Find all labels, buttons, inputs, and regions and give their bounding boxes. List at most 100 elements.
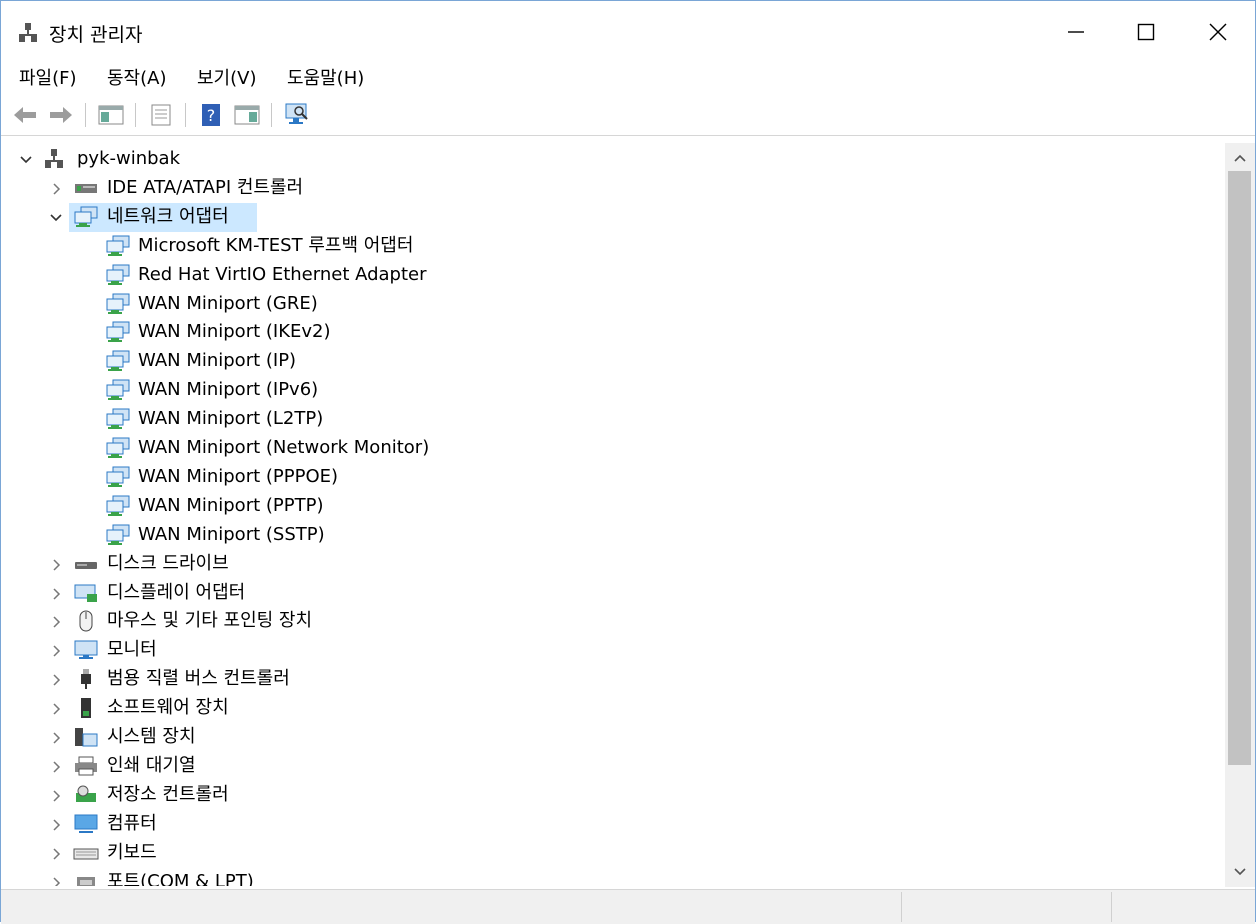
tree-item-label: IDE ATA/ATAPI 컨트롤러 xyxy=(107,176,304,198)
menu-file[interactable]: 파일(F) xyxy=(19,64,77,90)
scrollbar-thumb[interactable] xyxy=(1228,171,1251,765)
scroll-down-icon[interactable] xyxy=(1233,867,1247,877)
network-adapter-icon xyxy=(105,321,131,343)
tree-category[interactable]: 소프트웨어 장치 xyxy=(7,694,907,723)
toolbar-separator xyxy=(135,103,136,127)
tree-device[interactable]: WAN Miniport (IKEv2) xyxy=(7,318,907,347)
tree-item-label: Microsoft KM-TEST 루프백 어댑터 xyxy=(138,234,414,256)
chevron-right-icon[interactable] xyxy=(49,818,63,832)
chevron-right-icon[interactable] xyxy=(49,558,63,572)
software-device-icon xyxy=(73,697,99,719)
monitor-icon xyxy=(73,639,99,661)
tree-item-label: WAN Miniport (SSTP) xyxy=(138,523,325,545)
tree-category[interactable]: 마우스 및 기타 포인팅 장치 xyxy=(7,607,907,636)
chevron-right-icon[interactable] xyxy=(49,615,63,629)
chevron-right-icon[interactable] xyxy=(49,644,63,658)
tree-device[interactable]: WAN Miniport (Network Monitor) xyxy=(7,434,907,463)
properties-icon xyxy=(151,104,171,126)
maximize-button[interactable] xyxy=(1111,9,1181,55)
chevron-down-icon[interactable] xyxy=(19,153,33,167)
menu-bar: 파일(F) 동작(A) 보기(V) 도움말(H) xyxy=(1,59,1255,93)
chevron-right-icon[interactable] xyxy=(49,702,63,716)
tree-device[interactable]: WAN Miniport (GRE) xyxy=(7,290,907,319)
network-adapter-icon xyxy=(105,264,131,286)
tree-device[interactable]: WAN Miniport (PPTP) xyxy=(7,492,907,521)
tree-category[interactable]: 인쇄 대기열 xyxy=(7,752,907,781)
tree-device[interactable]: WAN Miniport (SSTP) xyxy=(7,521,907,550)
tree-device[interactable]: WAN Miniport (IPv6) xyxy=(7,376,907,405)
device-manager-window: 장치 관리자 파일(F) 동작(A) 보기(V) 도움말(H) ? pyk-wi… xyxy=(0,0,1256,924)
forward-button[interactable] xyxy=(47,101,75,129)
minimize-button[interactable] xyxy=(1041,9,1111,55)
device-manager-icon xyxy=(19,23,37,42)
properties-button[interactable] xyxy=(147,101,175,129)
back-arrow-icon xyxy=(14,107,36,123)
tree-item-label: WAN Miniport (GRE) xyxy=(138,292,318,314)
chevron-right-icon[interactable] xyxy=(49,182,63,196)
tree-category[interactable]: 네트워크 어댑터 xyxy=(7,202,907,232)
tree-category[interactable]: 시스템 장치 xyxy=(7,723,907,752)
tree-item-label: 인쇄 대기열 xyxy=(107,754,196,776)
scan-hardware-button[interactable] xyxy=(283,101,311,129)
chevron-right-icon[interactable] xyxy=(49,789,63,803)
menu-view[interactable]: 보기(V) xyxy=(197,64,256,90)
chevron-down-icon[interactable] xyxy=(49,211,63,225)
tree-item-label: 시스템 장치 xyxy=(107,726,196,747)
chevron-right-icon[interactable] xyxy=(49,673,63,687)
chevron-right-icon[interactable] xyxy=(49,587,63,601)
tree-root[interactable]: pyk-winbak xyxy=(7,145,407,174)
tree-category[interactable]: 키보드 xyxy=(7,839,907,868)
tree-device[interactable]: Microsoft KM-TEST 루프백 어댑터 xyxy=(7,232,907,261)
action-pane-icon xyxy=(234,105,260,125)
chevron-right-icon[interactable] xyxy=(49,731,63,745)
chevron-right-icon[interactable] xyxy=(49,760,63,774)
tree-category[interactable]: 컴퓨터 xyxy=(7,810,907,839)
show-hide-console-tree-button[interactable] xyxy=(97,101,125,129)
tree-category[interactable]: 모니터 xyxy=(7,636,907,665)
menu-action[interactable]: 동작(A) xyxy=(107,64,166,90)
network-adapter-icon xyxy=(73,206,99,228)
toolbar-separator xyxy=(85,103,86,127)
network-adapter-icon xyxy=(105,495,131,517)
tree-category[interactable]: 범용 직렬 버스 컨트롤러 xyxy=(7,665,907,694)
scroll-up-icon[interactable] xyxy=(1233,153,1247,163)
status-bar xyxy=(1,889,1255,924)
tree-category[interactable]: IDE ATA/ATAPI 컨트롤러 xyxy=(7,174,907,203)
tree-category[interactable]: 디스크 드라이브 xyxy=(7,550,907,579)
help-icon: ? xyxy=(202,104,220,126)
printer-icon xyxy=(73,755,99,777)
network-adapter-icon xyxy=(105,235,131,257)
scan-hardware-icon xyxy=(285,103,308,124)
toolbar: ? xyxy=(1,95,1255,136)
back-button[interactable] xyxy=(11,101,39,129)
tree-category[interactable]: 포트(COM & LPT) xyxy=(7,868,907,887)
network-adapter-icon xyxy=(105,437,131,459)
help-button[interactable]: ? xyxy=(197,101,225,129)
chevron-right-icon[interactable] xyxy=(49,847,63,861)
svg-text:?: ? xyxy=(207,106,216,125)
network-adapter-icon xyxy=(105,524,131,546)
menu-help[interactable]: 도움말(H) xyxy=(287,64,364,90)
vertical-scrollbar[interactable] xyxy=(1225,143,1255,887)
status-separator xyxy=(1111,892,1112,922)
tree-item-label: 저장소 컨트롤러 xyxy=(107,783,229,805)
toolbar-separator xyxy=(271,103,272,127)
title-bar[interactable]: 장치 관리자 xyxy=(1,1,1255,57)
tree-item-label: 네트워크 어댑터 xyxy=(107,205,229,227)
action-pane-button[interactable] xyxy=(233,101,261,129)
tree-category[interactable]: 디스플레이 어댑터 xyxy=(7,579,907,608)
disk-drive-icon xyxy=(73,553,99,575)
tree-device[interactable]: Red Hat VirtIO Ethernet Adapter xyxy=(7,261,907,290)
network-adapter-icon xyxy=(105,350,131,372)
tree-item-label: WAN Miniport (IPv6) xyxy=(138,379,319,401)
tree-item-label: 마우스 및 기타 포인팅 장치 xyxy=(107,610,313,632)
tree-device[interactable]: WAN Miniport (IP) xyxy=(7,347,907,376)
network-adapter-icon xyxy=(105,293,131,315)
maximize-icon xyxy=(1137,23,1155,41)
tree-category[interactable]: 저장소 컨트롤러 xyxy=(7,781,907,810)
chevron-right-icon[interactable] xyxy=(49,876,63,887)
tree-device[interactable]: WAN Miniport (PPPOE) xyxy=(7,463,907,492)
forward-arrow-icon xyxy=(50,107,72,123)
tree-device[interactable]: WAN Miniport (L2TP) xyxy=(7,405,907,434)
close-button[interactable] xyxy=(1183,9,1253,55)
